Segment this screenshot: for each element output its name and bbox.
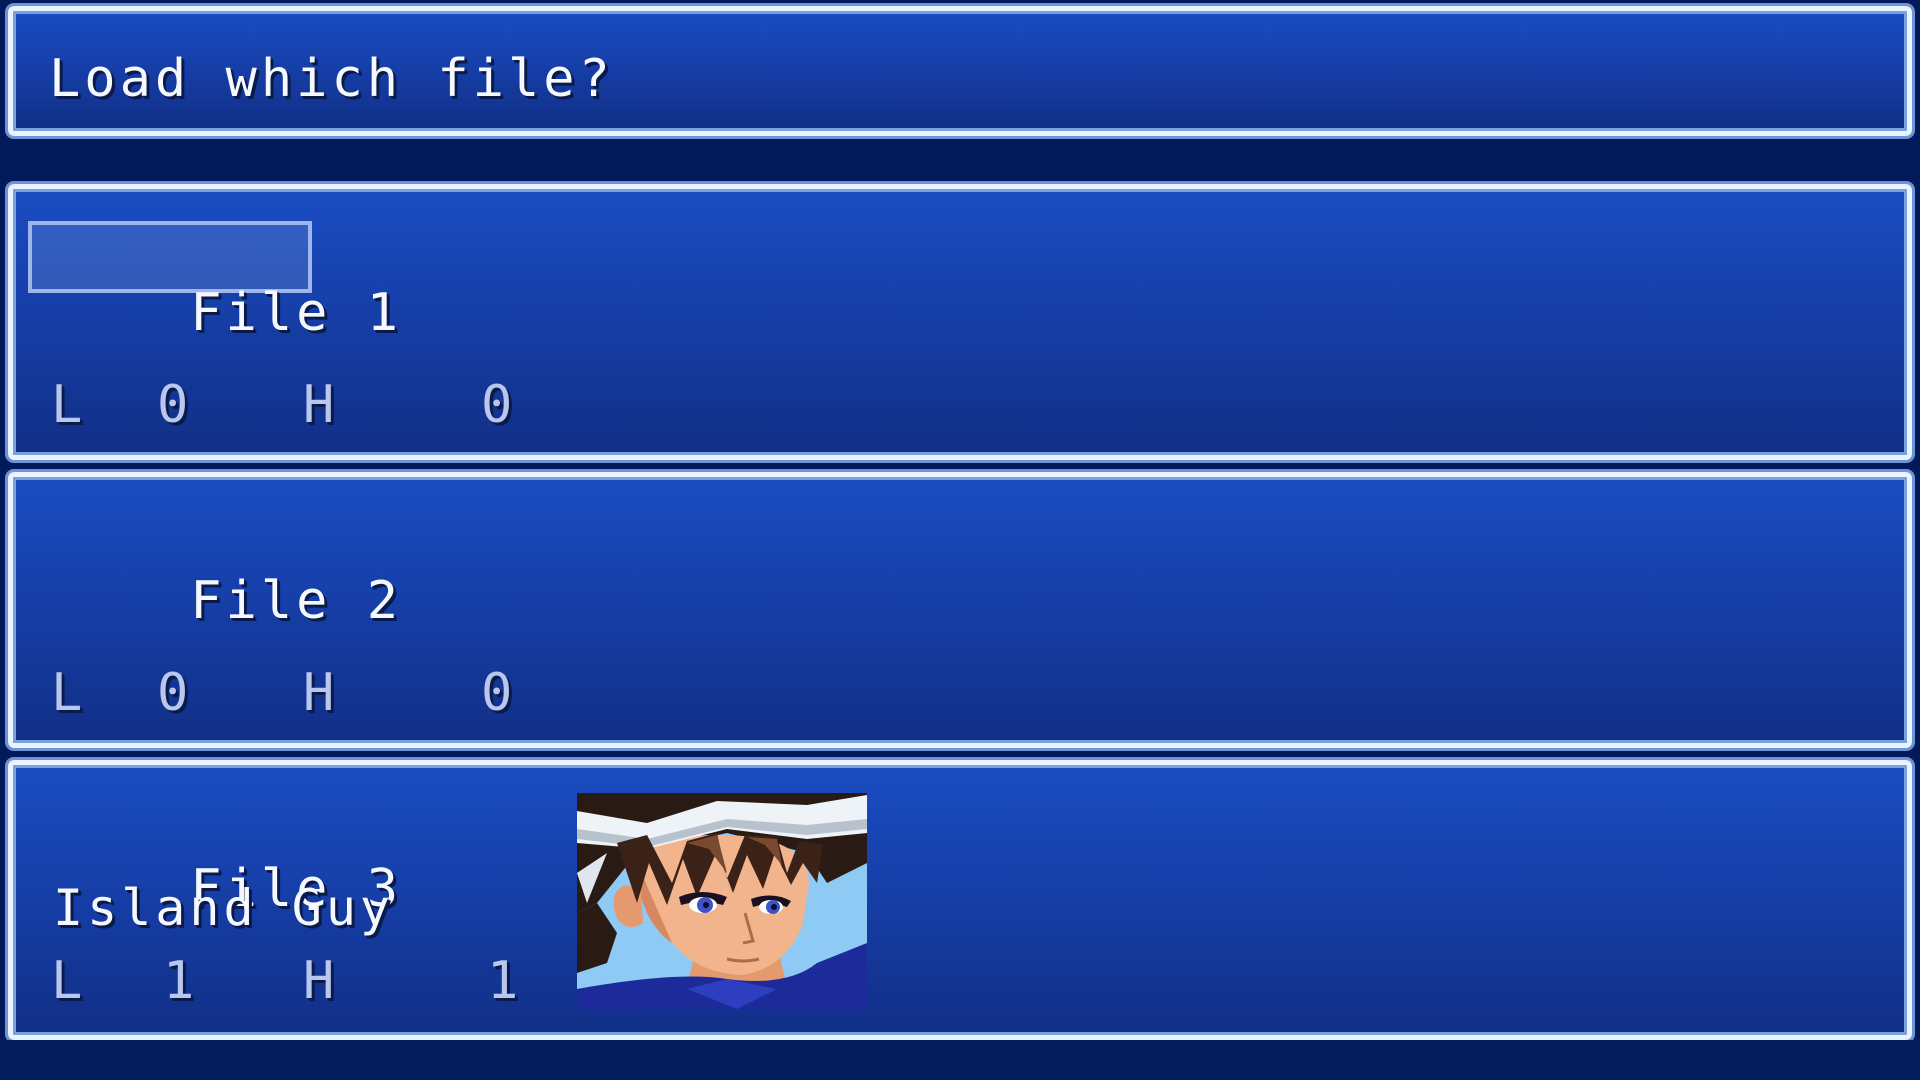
stat-h-value: 0 <box>481 663 517 723</box>
slot-label-text: File <box>190 571 332 631</box>
slot-label-text: File <box>190 283 332 343</box>
stat-h-label: H <box>303 951 339 1011</box>
slot-label: File 1 <box>49 235 402 391</box>
stat-h-value: 0 <box>481 375 517 435</box>
slot-number: 2 <box>366 571 403 631</box>
slot-label: File 2 <box>49 523 402 679</box>
stat-l-value: 1 <box>163 951 199 1011</box>
save-slot-2[interactable]: File 2 L 0 H 0 <box>8 472 1912 748</box>
stat-l-value: 0 <box>157 375 193 435</box>
stat-h-label: H <box>303 663 339 723</box>
stat-l-label: L <box>51 663 87 723</box>
stat-l-label: L <box>51 951 87 1011</box>
stat-l-label: L <box>51 375 87 435</box>
stat-h-label: H <box>303 375 339 435</box>
save-slot-1[interactable]: File 1 L 0 H 0 <box>8 184 1912 460</box>
save-slot-3[interactable]: File 3 Island Guy L 1 H 1 <box>8 760 1912 1040</box>
slot-number: 1 <box>366 283 403 343</box>
stat-l-value: 0 <box>157 663 193 723</box>
character-name: Island Guy <box>53 879 395 937</box>
character-portrait <box>577 793 867 1009</box>
prompt-title: Load which file? <box>49 49 614 109</box>
stat-h-value: 1 <box>487 951 523 1011</box>
prompt-window: Load which file? <box>8 6 1912 136</box>
bottom-strip <box>0 1040 1920 1080</box>
